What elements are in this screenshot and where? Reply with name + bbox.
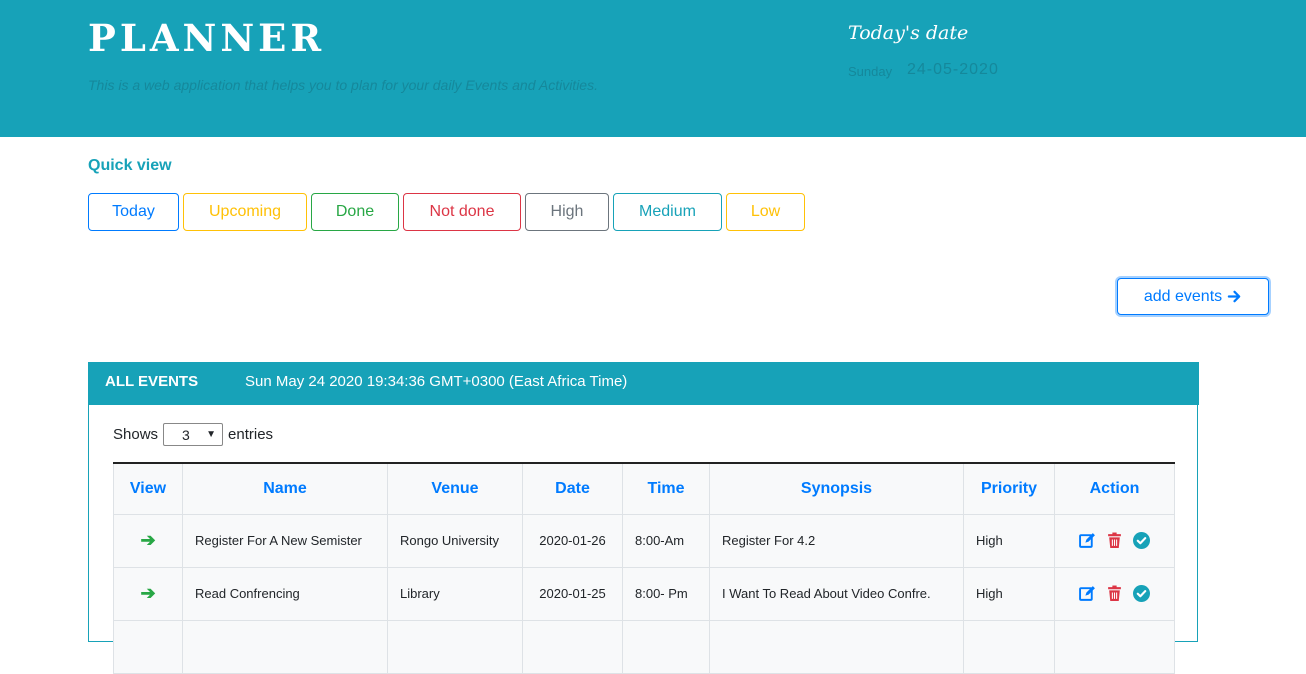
table-row: ➔ Read Confrencing Library 2020-01-25 8:…: [113, 566, 1175, 621]
event-date: [522, 619, 623, 674]
arrow-right-icon[interactable]: ➔: [140, 530, 155, 550]
quick-view-title: Quick view: [88, 157, 172, 174]
event-venue: Rongo University: [387, 513, 523, 568]
filter-today-button[interactable]: Today: [88, 193, 179, 231]
trash-icon[interactable]: [1106, 585, 1123, 602]
event-time: [622, 619, 710, 674]
arrow-right-icon[interactable]: ➔: [140, 583, 155, 603]
todays-date-label: Today's date: [848, 22, 969, 44]
event-time: 8:00- Pm: [622, 566, 710, 621]
caret-down-icon: ▼: [206, 429, 217, 440]
event-name: Register For A New Semister: [182, 513, 388, 568]
event-name: Read Confrencing: [182, 566, 388, 621]
action-cell: [1054, 619, 1175, 674]
edit-icon[interactable]: [1079, 585, 1096, 602]
view-cell: ➔: [113, 513, 183, 568]
brand-title: PLANNER: [88, 16, 326, 60]
event-date: 2020-01-26: [522, 513, 623, 568]
check-circle-icon[interactable]: [1133, 585, 1150, 602]
filter-medium-button[interactable]: Medium: [613, 193, 722, 231]
column-header-venue[interactable]: Venue: [387, 463, 523, 515]
todays-day: Sunday: [848, 64, 893, 79]
brand-tagline: This is a web application that helps you…: [88, 77, 598, 93]
event-synopsis: I Want To Read About Video Confre.: [709, 566, 964, 621]
view-cell: [113, 619, 183, 674]
event-venue: Library: [387, 566, 523, 621]
live-clock: Sun May 24 2020 19:34:36 GMT+0300 (East …: [245, 373, 628, 390]
column-header-priority[interactable]: Priority: [963, 463, 1055, 515]
todays-date-value: 24-05-2020: [907, 61, 999, 78]
all-events-card: ALL EVENTS Sun May 24 2020 19:34:36 GMT+…: [88, 362, 1199, 674]
filter-low-button[interactable]: Low: [726, 193, 805, 231]
event-time: 8:00-Am: [622, 513, 710, 568]
table-row: [113, 619, 1175, 674]
page-header: PLANNER This is a web application that h…: [0, 0, 1306, 137]
arrow-right-icon: [1227, 290, 1241, 303]
events-table: View Name Venue Date Time Synopsis Prior…: [113, 462, 1175, 674]
shows-label: Shows: [113, 426, 159, 443]
event-priority: [963, 619, 1055, 674]
entries-label: entries: [228, 426, 274, 443]
action-cell: [1054, 513, 1175, 568]
event-synopsis: Register For 4.2: [709, 513, 964, 568]
edit-icon[interactable]: [1079, 532, 1096, 549]
add-events-button[interactable]: add events: [1117, 278, 1269, 315]
entries-select[interactable]: 3 ▼: [163, 423, 224, 446]
event-priority: High: [963, 566, 1055, 621]
column-header-view[interactable]: View: [113, 463, 183, 515]
column-header-time[interactable]: Time: [622, 463, 710, 515]
column-header-action[interactable]: Action: [1054, 463, 1175, 515]
entries-control: Shows 3 ▼ entries: [113, 423, 273, 446]
filter-upcoming-button[interactable]: Upcoming: [183, 193, 307, 231]
action-cell: [1054, 566, 1175, 621]
filter-high-button[interactable]: High: [525, 193, 609, 231]
column-header-date[interactable]: Date: [522, 463, 623, 515]
check-circle-icon[interactable]: [1133, 532, 1150, 549]
table-header-row: View Name Venue Date Time Synopsis Prior…: [113, 463, 1175, 515]
event-priority: High: [963, 513, 1055, 568]
table-row: ➔ Register For A New Semister Rongo Univ…: [113, 513, 1175, 568]
card-title: ALL EVENTS: [105, 373, 199, 390]
add-events-label: add events: [1143, 287, 1223, 305]
filter-not-done-button[interactable]: Not done: [403, 193, 521, 231]
column-header-name[interactable]: Name: [182, 463, 388, 515]
view-cell: ➔: [113, 566, 183, 621]
column-header-synopsis[interactable]: Synopsis: [709, 463, 964, 515]
trash-icon[interactable]: [1106, 532, 1123, 549]
filter-done-button[interactable]: Done: [311, 193, 399, 231]
event-synopsis: [709, 619, 964, 674]
event-date: 2020-01-25: [522, 566, 623, 621]
entries-select-value: 3: [182, 426, 190, 443]
event-venue: [387, 619, 523, 674]
card-header: ALL EVENTS Sun May 24 2020 19:34:36 GMT+…: [89, 362, 1199, 405]
event-name: [182, 619, 388, 674]
